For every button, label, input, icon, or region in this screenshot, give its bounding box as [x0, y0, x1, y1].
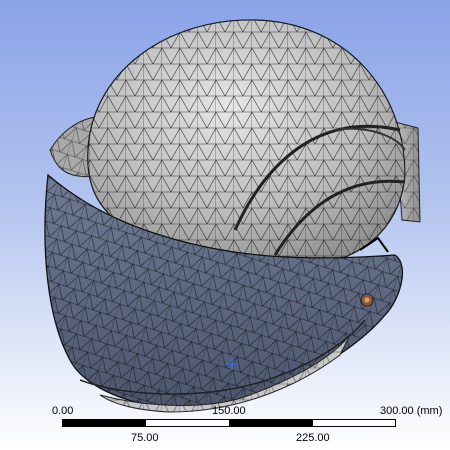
scale-segment-1: [62, 419, 146, 427]
scale-segment-2: [145, 419, 230, 427]
scale-label-end: 300.00 (mm): [380, 405, 443, 417]
helmet-mesh-model[interactable]: [0, 0, 450, 450]
hinge-screw-icon: [360, 293, 374, 307]
scale-label-start: 0.00: [52, 405, 74, 417]
scale-segment-3: [229, 419, 313, 427]
scale-segment-4: [312, 419, 396, 427]
scale-label-q1: 75.00: [131, 432, 159, 444]
graphics-viewport[interactable]: 0.00 150.00 300.00 (mm) 75.00 225.00: [0, 0, 450, 450]
scale-label-q3: 225.00: [296, 432, 330, 444]
scale-label-mid: 150.00: [212, 405, 246, 417]
